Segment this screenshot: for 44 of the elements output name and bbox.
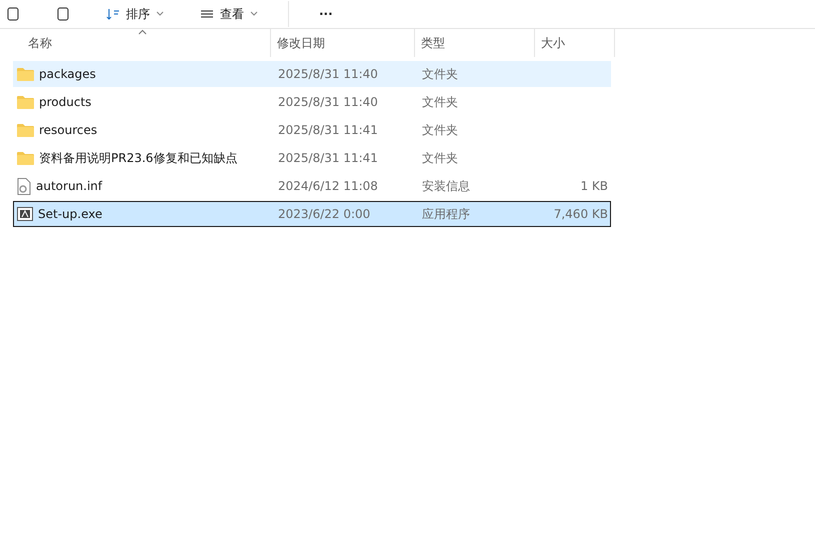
- modified-date: 2025/8/31 11:41: [277, 151, 379, 165]
- file-row[interactable]: resources 2025/8/31 11:41 文件夹: [13, 117, 611, 143]
- file-row[interactable]: autorun.inf 2024/6/12 11:08 安装信息 1 KB: [13, 173, 611, 199]
- sort-icon: [106, 8, 120, 20]
- modified-date: 2023/6/22 0:00: [277, 207, 372, 221]
- column-header[interactable]: 修改日期: [271, 29, 415, 57]
- folder-icon: [17, 67, 34, 81]
- file-type: 文件夹: [421, 94, 459, 110]
- file-name: Set-up.exe: [38, 207, 102, 221]
- file-type: 应用程序: [421, 206, 471, 222]
- file-row[interactable]: Set-up.exe 2023/6/22 0:00 应用程序 7,460 KB: [13, 201, 611, 227]
- app-icon: [17, 207, 33, 221]
- chevron-down-icon: [250, 11, 258, 17]
- column-header[interactable]: 大小: [535, 29, 615, 57]
- view-button[interactable]: 查看: [194, 1, 264, 27]
- sort-button[interactable]: 排序: [100, 1, 170, 27]
- file-name: 资料备用说明PR23.6修复和已知缺点: [39, 150, 238, 166]
- sort-caret-icon: [138, 29, 147, 35]
- file-type: 安装信息: [421, 178, 471, 194]
- file-type: 文件夹: [421, 122, 459, 138]
- file-type: 文件夹: [421, 66, 459, 82]
- folder-icon: [17, 151, 34, 165]
- file-type: 文件夹: [421, 150, 459, 166]
- file-name: resources: [39, 123, 98, 137]
- modified-date: 2024/6/12 11:08: [277, 179, 379, 193]
- file-name: packages: [39, 67, 96, 81]
- column-header[interactable]: 类型: [415, 29, 535, 57]
- chevron-down-icon: [156, 11, 164, 17]
- file-name: autorun.inf: [36, 179, 102, 193]
- more-button[interactable]: ···: [313, 1, 339, 27]
- file-size: 1 KB: [579, 179, 608, 193]
- file-name: products: [39, 95, 92, 109]
- modified-date: 2025/8/31 11:40: [277, 67, 379, 81]
- lines-icon: [200, 8, 214, 20]
- settings-file-icon: [17, 178, 31, 194]
- file-row[interactable]: products 2025/8/31 11:40 文件夹: [13, 89, 611, 115]
- file-row[interactable]: 资料备用说明PR23.6修复和已知缺点 2025/8/31 11:41 文件夹: [13, 145, 611, 171]
- file-size: 7,460 KB: [552, 207, 608, 221]
- folder-icon: [17, 123, 34, 137]
- modified-date: 2025/8/31 11:40: [277, 95, 379, 109]
- column-header[interactable]: 名称: [14, 29, 271, 57]
- folder-icon: [17, 95, 34, 109]
- file-row[interactable]: packages 2025/8/31 11:40 文件夹: [13, 61, 611, 87]
- modified-date: 2025/8/31 11:41: [277, 123, 379, 137]
